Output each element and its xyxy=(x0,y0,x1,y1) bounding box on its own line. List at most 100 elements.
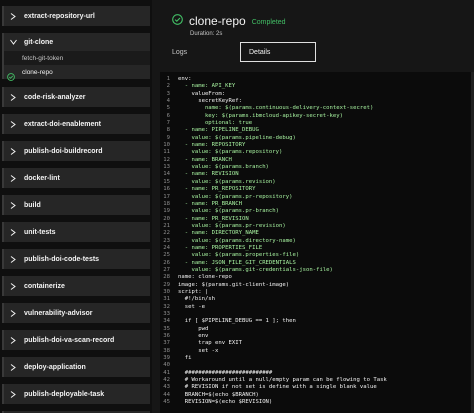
step-label: clone-repo xyxy=(22,68,53,76)
line-number: 15 xyxy=(163,178,170,185)
task-code-risk-analyzer[interactable]: code-risk-analyzer xyxy=(2,87,150,107)
step-fetch-git-token[interactable]: fetch-git-token xyxy=(2,51,150,65)
task-publish-doi-code-tests[interactable]: publish-doi-code-tests xyxy=(2,249,150,269)
success-check-icon xyxy=(7,68,15,86)
code-line: 6 key: $(params.ibmcloud-apikey-secret-k… xyxy=(160,113,474,120)
code-line: 17 value: $(params.pr-repository) xyxy=(160,194,474,201)
code-line: 31 #!/bin/sh xyxy=(160,296,474,303)
code-line: 21 value: $(params.pr-revision) xyxy=(160,223,474,230)
code-line: 2 - name: API_KEY xyxy=(160,83,474,90)
code-line: 34 if [ $PIPELINE_DEBUG == 1 ]; then xyxy=(160,318,474,325)
step-details-panel: clone-repo Completed Duration: 2s Logs D… xyxy=(152,0,474,413)
task-docker-lint[interactable]: docker-lint xyxy=(2,168,150,188)
chevron-right-icon xyxy=(8,389,18,399)
step-header: clone-repo Completed xyxy=(172,12,286,30)
line-number: 8 xyxy=(166,127,170,134)
tab-details[interactable]: Details xyxy=(240,42,316,62)
task-deploy-application[interactable]: deploy-application xyxy=(2,357,150,377)
line-text: - name: DIRECTORY_NAME xyxy=(178,230,259,237)
code-line: 36 env xyxy=(160,333,474,340)
line-text: trap env EXIT xyxy=(178,340,242,347)
task-extract-doi-enablement[interactable]: extract-doi-enablement xyxy=(2,114,150,134)
chevron-right-icon xyxy=(8,362,18,372)
code-line: 1 env: xyxy=(160,76,474,83)
task-publish-doi-buildrecord[interactable]: publish-doi-buildrecord xyxy=(2,141,150,161)
line-text: fi xyxy=(178,355,192,362)
code-line: 14 - name: REVISION xyxy=(160,171,474,178)
line-text: - name: PR_REVISION xyxy=(178,215,249,222)
code-line: 38 set -x xyxy=(160,348,474,355)
line-text: secretKeyRef: xyxy=(178,98,242,105)
line-number: 39 xyxy=(163,355,170,362)
code-line: 10 - name: REPOSITORY xyxy=(160,142,474,149)
tab-bar: Logs Details xyxy=(152,42,474,62)
line-number: 24 xyxy=(163,244,170,251)
line-number: 30 xyxy=(163,288,170,295)
line-number: 16 xyxy=(163,186,170,193)
task-containerize[interactable]: containerize xyxy=(2,276,150,296)
task-label: unit-tests xyxy=(24,228,56,236)
line-number: 10 xyxy=(163,142,170,149)
line-text: name: clone-repo xyxy=(178,274,232,281)
task-vulnerability-advisor[interactable]: vulnerability-advisor xyxy=(2,303,150,323)
line-text: set -x xyxy=(178,347,219,354)
line-number: 25 xyxy=(163,252,170,259)
line-text: - name: BRANCH xyxy=(178,156,232,163)
line-text: - name: JSON_FILE_GIT_CREDENTIALS xyxy=(178,259,296,266)
line-number: 41 xyxy=(163,369,170,376)
line-number: 29 xyxy=(163,281,170,288)
task-label: publish-doi-va-scan-record xyxy=(24,336,115,344)
line-number: 20 xyxy=(163,215,170,222)
code-line: 19 value: $(params.pr-branch) xyxy=(160,208,474,215)
task-label: code-risk-analyzer xyxy=(24,93,86,101)
code-line: 16 - name: PR_REPOSITORY xyxy=(160,186,474,193)
line-text: # Workaround until a null/empty param ca… xyxy=(178,377,387,384)
task-list: code-risk-analyzer extract-doi-enablemen… xyxy=(0,87,152,413)
line-text: env xyxy=(178,333,209,340)
task-extract-repository-url[interactable]: extract-repository-url xyxy=(2,6,150,26)
task-build[interactable]: build xyxy=(2,195,150,215)
line-text: ########################## xyxy=(178,369,273,376)
line-number: 36 xyxy=(163,333,170,340)
task-label: containerize xyxy=(24,282,65,290)
code-line: 7 optional: true xyxy=(160,120,474,127)
code-line: 18 - name: PR_BRANCH xyxy=(160,201,474,208)
task-label: extract-doi-enablement xyxy=(24,120,102,128)
line-number: 26 xyxy=(163,259,170,266)
task-publish-deployable-task[interactable]: publish-deployable-task xyxy=(2,384,150,404)
line-text: value: $(params.properties-file) xyxy=(178,252,300,259)
chevron-right-icon xyxy=(8,200,18,210)
chevron-right-icon xyxy=(8,146,18,156)
code-line: 45 REVISION=$(echo $REVISION) xyxy=(160,399,474,406)
code-line: 35 pwd xyxy=(160,326,474,333)
code-line: 12 - name: BRANCH xyxy=(160,157,474,164)
line-number: 23 xyxy=(163,237,170,244)
task-unit-tests[interactable]: unit-tests xyxy=(2,222,150,242)
code-line: 15 value: $(params.revision) xyxy=(160,179,474,186)
task-label: build xyxy=(24,201,41,209)
task-git-clone[interactable]: git-clone xyxy=(2,33,150,51)
code-line: 4 secretKeyRef: xyxy=(160,98,474,105)
line-number: 33 xyxy=(163,311,170,317)
chevron-right-icon xyxy=(8,227,18,237)
line-number: 44 xyxy=(163,391,170,398)
line-number: 7 xyxy=(166,120,170,127)
line-text: - name: PR_BRANCH xyxy=(178,200,242,207)
chevron-right-icon xyxy=(8,281,18,291)
code-line: 26 - name: JSON_FILE_GIT_CREDENTIALS xyxy=(160,260,474,267)
task-label: publish-doi-code-tests xyxy=(24,255,100,263)
line-number: 14 xyxy=(163,171,170,178)
task-label: publish-deployable-task xyxy=(24,390,105,398)
code-line: 20 - name: PR_REVISION xyxy=(160,216,474,223)
step-label: fetch-git-token xyxy=(22,54,64,62)
line-number: 3 xyxy=(166,90,170,97)
code-line: 11 value: $(params.repository) xyxy=(160,149,474,156)
line-text: - name: PROPERTIES_FILE xyxy=(178,244,263,251)
code-line: 3 valueFrom: xyxy=(160,91,474,98)
tab-logs[interactable]: Logs xyxy=(152,42,240,62)
line-number: 2 xyxy=(166,83,170,90)
code-line: 13 value: $(params.branch) xyxy=(160,164,474,171)
task-label: vulnerability-advisor xyxy=(24,309,93,317)
task-publish-doi-va-scan-record[interactable]: publish-doi-va-scan-record xyxy=(2,330,150,350)
step-clone-repo[interactable]: clone-repo xyxy=(2,65,150,81)
